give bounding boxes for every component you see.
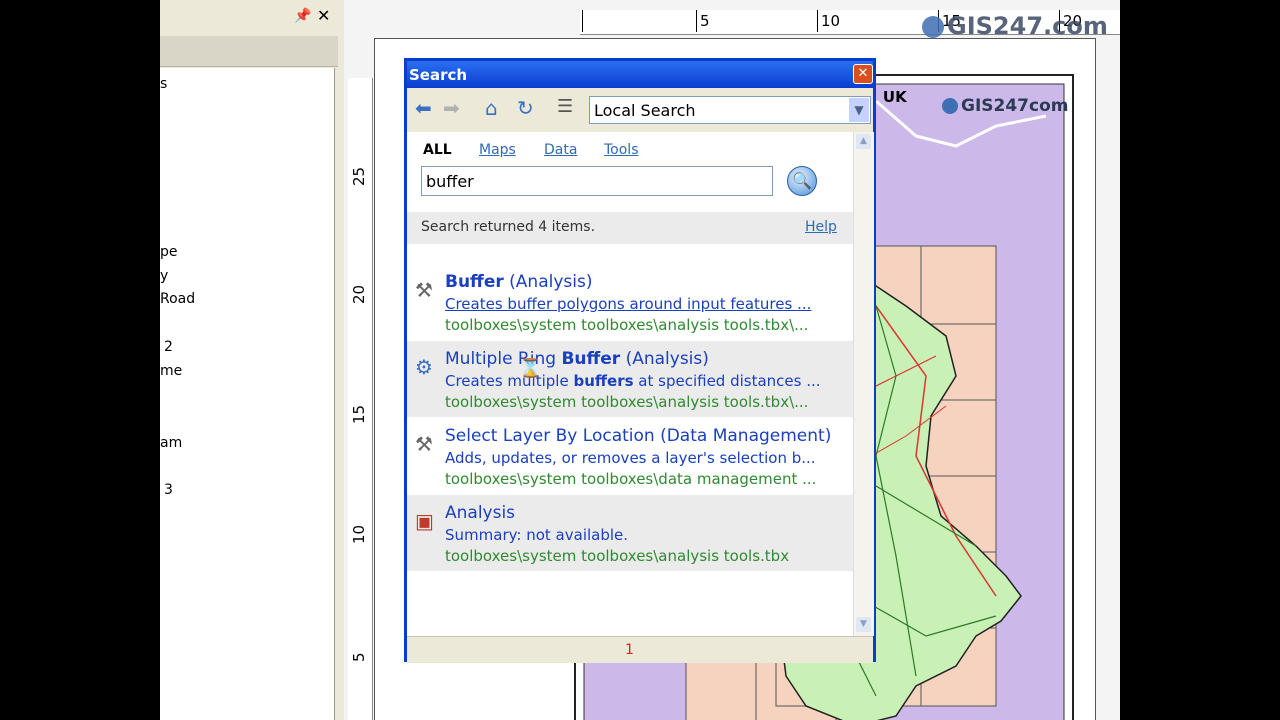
ruler-label: 5: [700, 12, 710, 30]
ruler-label: 5: [350, 652, 368, 662]
search-query: buffer: [426, 172, 474, 191]
search-result[interactable]: ⚒ Buffer (Analysis) Creates buffer polyg…: [407, 264, 853, 340]
filter-data[interactable]: Data: [544, 142, 577, 158]
gis247-watermark: GIS247.com: [922, 12, 1108, 40]
hourglass-cursor-icon: ⌛: [519, 358, 542, 379]
search-result[interactable]: ⚙ Multiple Ring Buffer (Analysis) Create…: [407, 341, 853, 417]
script-tool-icon: ⚙: [415, 355, 433, 379]
result-title[interactable]: Multiple Ring Buffer (Analysis): [445, 349, 709, 369]
search-scope-dropdown[interactable]: Local Search ▼: [589, 96, 871, 124]
result-title[interactable]: Select Layer By Location (Data Managemen…: [445, 426, 831, 446]
layer-label[interactable]: Road: [160, 291, 195, 307]
filter-tools[interactable]: Tools: [604, 142, 639, 158]
result-summary: Creates multiple buffers at specified di…: [445, 372, 821, 390]
pin-icon[interactable]: 📌: [294, 8, 311, 24]
ruler-label: 20: [350, 284, 368, 304]
layer-label[interactable]: y: [160, 268, 168, 284]
result-title[interactable]: Buffer (Analysis): [445, 272, 592, 292]
result-path: toolboxes\system toolboxes\analysis tool…: [445, 393, 809, 411]
globe-icon: [922, 16, 944, 38]
magnifier-icon: 🔍: [792, 171, 812, 190]
search-body: ALL Maps Data Tools buffer 🔍 Search retu…: [407, 132, 853, 636]
hammer-icon: ⚒: [415, 278, 433, 302]
close-button[interactable]: ✕: [853, 64, 873, 84]
filter-all[interactable]: ALL: [423, 142, 452, 158]
map-title: , UK: [872, 88, 907, 106]
vertical-ruler: 25 20 15 10 5: [348, 78, 373, 720]
globe-icon: [942, 98, 958, 114]
result-path: toolboxes\system toolboxes\data manageme…: [445, 470, 817, 488]
search-input[interactable]: buffer: [421, 166, 773, 196]
layer-label[interactable]: s: [160, 76, 167, 92]
result-summary[interactable]: Creates buffer polygons around input fea…: [445, 295, 811, 313]
result-title[interactable]: Analysis: [445, 503, 515, 523]
search-title: Search: [409, 66, 468, 84]
layer-label[interactable]: 2: [164, 339, 173, 355]
result-path: toolboxes\system toolboxes\analysis tool…: [445, 316, 809, 334]
application-window: 📌 ✕ s pe y Road 2 me am 3 5 10 15 20 25 …: [160, 0, 1120, 720]
toc-toolbar: [160, 36, 338, 67]
search-status-bar: Search returned 4 items. Help: [407, 212, 853, 244]
result-summary: Adds, updates, or removes a layer's sele…: [445, 449, 816, 467]
search-window[interactable]: Search ✕ ⬅ ➡ ⌂ ↻ ☰ Local Search ▼ ALL Ma…: [404, 58, 876, 663]
page-number[interactable]: 1: [625, 642, 634, 658]
options-icon[interactable]: ☰: [557, 96, 573, 117]
result-summary: Summary: not available.: [445, 526, 629, 544]
layer-label[interactable]: pe: [160, 244, 178, 260]
search-title-bar[interactable]: Search ✕: [407, 61, 873, 88]
back-arrow-icon[interactable]: ⬅: [415, 96, 432, 120]
close-icon[interactable]: ✕: [317, 6, 330, 25]
search-footer: 1: [407, 636, 873, 663]
result-path: toolboxes\system toolboxes\analysis tool…: [445, 547, 790, 565]
hammer-icon: ⚒: [415, 432, 433, 456]
scroll-up-icon[interactable]: ▲: [856, 134, 871, 149]
ruler-label: 25: [350, 166, 368, 186]
ruler-label: 10: [821, 12, 841, 30]
search-toolbar: ⬅ ➡ ⌂ ↻ ☰ Local Search ▼: [407, 88, 873, 133]
filter-maps[interactable]: Maps: [479, 142, 516, 158]
layer-list[interactable]: s pe y Road 2 me am 3: [160, 68, 335, 720]
chevron-down-icon[interactable]: ▼: [849, 98, 869, 122]
search-status: Search returned 4 items.: [421, 219, 596, 235]
layer-label[interactable]: 3: [164, 482, 173, 498]
gis247-logo-small: GIS247com: [942, 96, 1068, 116]
search-button[interactable]: 🔍: [787, 166, 817, 196]
search-result[interactable]: ⚒ Select Layer By Location (Data Managem…: [407, 418, 853, 494]
home-icon[interactable]: ⌂: [485, 96, 498, 120]
refresh-icon[interactable]: ↻: [517, 96, 534, 120]
toolbox-icon: ▣: [415, 509, 434, 533]
help-link[interactable]: Help: [805, 219, 837, 235]
layer-label[interactable]: me: [160, 363, 182, 379]
scroll-down-icon[interactable]: ▼: [856, 617, 871, 632]
layer-label[interactable]: am: [160, 435, 182, 451]
ruler-label: 15: [350, 404, 368, 424]
search-result[interactable]: ▣ Analysis Summary: not available. toolb…: [407, 495, 853, 571]
forward-arrow-icon[interactable]: ➡: [443, 96, 460, 120]
vertical-scrollbar[interactable]: ▲ ▼: [853, 132, 874, 636]
ruler-label: 10: [350, 524, 368, 544]
search-scope-value: Local Search: [594, 101, 696, 120]
